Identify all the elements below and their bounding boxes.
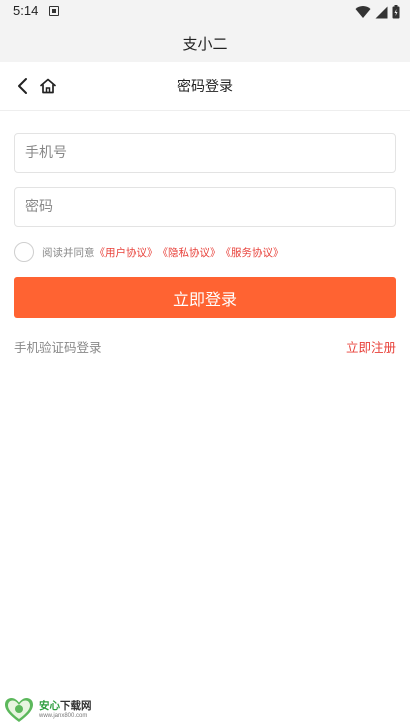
notification-icon <box>49 6 59 16</box>
register-link[interactable]: 立即注册 <box>346 337 396 356</box>
watermark-title: 安心下载网 <box>39 698 92 713</box>
app-title: 支小二 <box>182 35 228 53</box>
watermark-logo-icon <box>5 698 33 722</box>
login-button[interactable]: 立即登录 <box>14 277 396 318</box>
back-button[interactable] <box>13 76 33 96</box>
password-field-container <box>14 187 396 227</box>
status-icons <box>355 4 400 20</box>
status-bar: 5:14 <box>0 0 410 24</box>
signal-icon <box>375 6 388 18</box>
nav-bar: 密码登录 <box>0 62 410 111</box>
phone-field-container <box>14 133 396 173</box>
privacy-agreement-link[interactable]: 《隐私协议》 <box>158 245 221 260</box>
service-agreement-link[interactable]: 《服务协议》 <box>221 245 284 260</box>
watermark-title-green: 安心 <box>39 700 60 712</box>
agreement-prefix: 阅读并同意 <box>42 246 95 259</box>
wifi-icon <box>355 6 371 19</box>
home-button[interactable] <box>38 76 58 96</box>
phone-input[interactable] <box>15 134 395 172</box>
password-input[interactable] <box>15 188 395 226</box>
agreement-checkbox[interactable] <box>14 242 34 262</box>
home-icon <box>40 78 56 94</box>
watermark-url: www.janx800.com <box>39 713 88 719</box>
agreement-row: 阅读并同意 《用户协议》 《隐私协议》 《服务协议》 <box>14 241 284 263</box>
sms-login-link[interactable]: 手机验证码登录 <box>14 337 102 356</box>
battery-icon <box>392 5 400 19</box>
chevron-left-icon <box>18 78 27 94</box>
app-title-bar: 支小二 <box>0 24 410 62</box>
status-time: 5:14 <box>13 3 39 18</box>
watermark: 安心下载网 www.janx800.com <box>4 694 114 724</box>
user-agreement-link[interactable]: 《用户协议》 <box>95 245 158 260</box>
page-title: 密码登录 <box>177 79 233 95</box>
watermark-title-dark: 下载网 <box>60 700 92 712</box>
